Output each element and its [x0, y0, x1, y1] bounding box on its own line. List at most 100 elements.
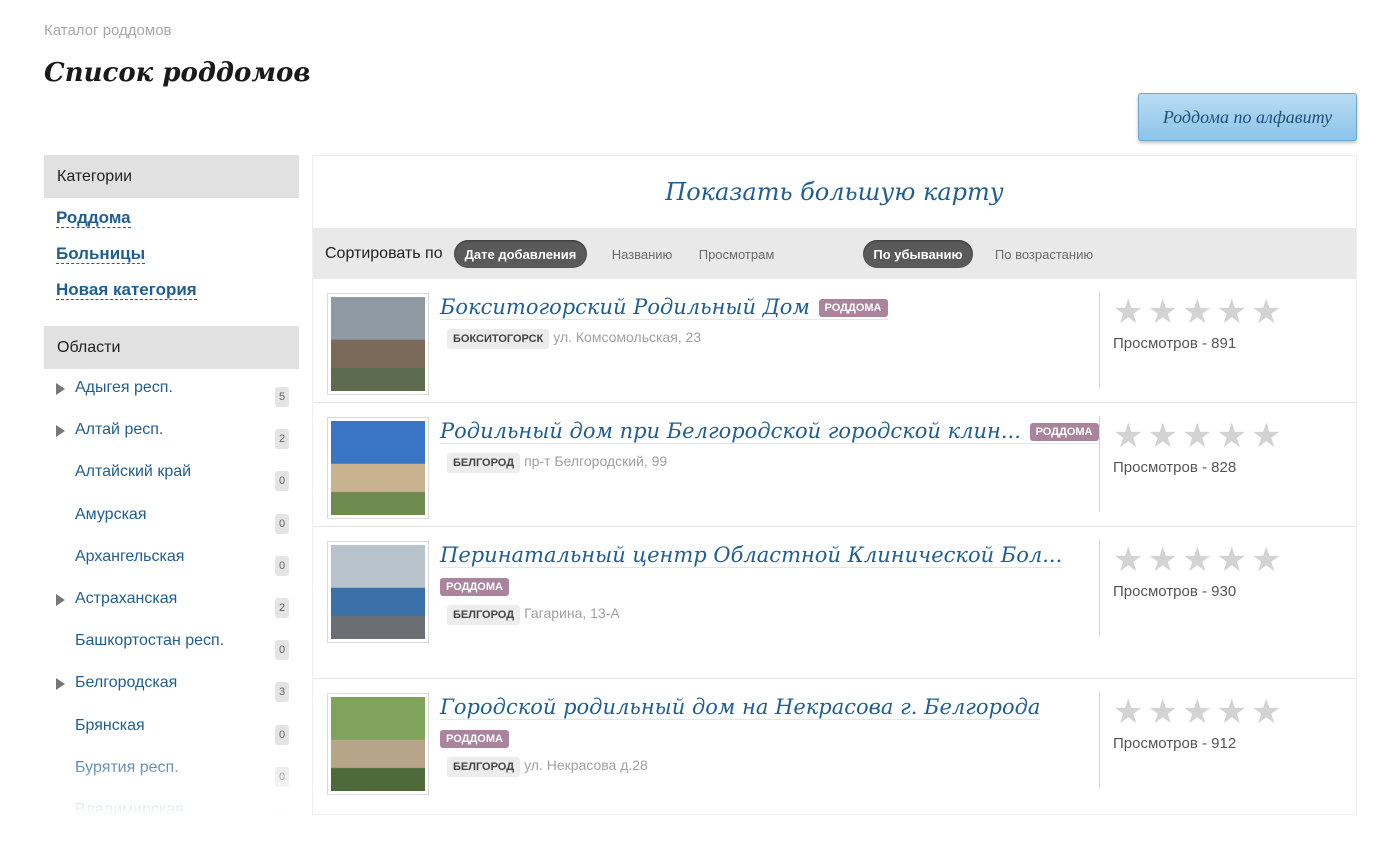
star-icon[interactable]: ★: [1182, 543, 1212, 577]
region-item[interactable]: Алтайский край 0: [44, 459, 299, 501]
star-icon[interactable]: ★: [1147, 295, 1177, 329]
listing-photo[interactable]: [327, 693, 429, 795]
city-badge[interactable]: БЕЛГОРОД: [447, 453, 521, 473]
category-link-new[interactable]: Новая категория: [56, 278, 299, 314]
star-icon[interactable]: ★: [1182, 695, 1212, 729]
listing-title[interactable]: Городской родильный дом на Некрасова г. …: [440, 695, 1041, 720]
listing-title-text[interactable]: Перинатальный центр Областной Клиническо…: [440, 543, 1062, 567]
order-desc[interactable]: По убыванию: [863, 240, 973, 268]
listing-title-text[interactable]: Родильный дом при Белгородской городской…: [440, 419, 1021, 443]
sort-by-date[interactable]: Дате добавления: [454, 240, 587, 268]
expand-arrow-icon[interactable]: [56, 425, 65, 438]
region-name[interactable]: Адыгея респ.: [75, 379, 173, 397]
expand-arrow-icon[interactable]: [56, 593, 65, 606]
rating-stars[interactable]: ★ ★ ★ ★ ★: [1113, 543, 1281, 577]
rating-stars[interactable]: ★ ★ ★ ★ ★: [1113, 419, 1281, 453]
category-badge[interactable]: РОДДОМА: [440, 730, 509, 748]
listing-photo[interactable]: [327, 541, 429, 643]
region-count-badge: 0: [275, 766, 289, 787]
region-name[interactable]: Брянская: [75, 717, 145, 735]
listing-item: Бокситогорский Родильный Дом РОДДОМА БОК…: [313, 279, 1356, 403]
listing-title-text[interactable]: Городской родильный дом на Некрасова г. …: [440, 695, 1040, 719]
star-icon[interactable]: ★: [1251, 419, 1281, 453]
region-item[interactable]: Владимирская 0: [44, 797, 299, 815]
views-count: Просмотров - 912: [1113, 735, 1237, 752]
views-count: Просмотров - 891: [1113, 335, 1237, 352]
listing-address: БЕЛГОРОД Гагарина, 13-А: [447, 605, 620, 625]
category-badge[interactable]: РОДДОМА: [1029, 423, 1099, 441]
star-icon[interactable]: ★: [1113, 295, 1143, 329]
region-name[interactable]: Башкортостан респ.: [75, 632, 224, 650]
region-count-badge: 0: [275, 724, 289, 745]
listing-photo[interactable]: [327, 293, 429, 395]
page-title: Список роддомов: [44, 58, 311, 88]
region-item[interactable]: Брянская 0: [44, 713, 299, 755]
region-item[interactable]: Адыгея респ. 5: [44, 375, 299, 417]
star-icon[interactable]: ★: [1147, 695, 1177, 729]
star-icon[interactable]: ★: [1216, 695, 1246, 729]
city-badge[interactable]: БЕЛГОРОД: [447, 605, 521, 625]
expand-arrow-icon[interactable]: [56, 678, 65, 691]
category-badge[interactable]: РОДДОМА: [818, 299, 888, 317]
rating-stars[interactable]: ★ ★ ★ ★ ★: [1113, 295, 1281, 329]
photo-image: [331, 421, 425, 515]
sidebar: Категории Роддома Больницы Новая категор…: [44, 155, 299, 815]
region-item[interactable]: Алтай респ. 2: [44, 417, 299, 459]
breadcrumb[interactable]: Каталог роддомов: [44, 22, 172, 39]
views-count: Просмотров - 930: [1113, 583, 1237, 600]
region-name[interactable]: Астраханская: [75, 590, 177, 608]
region-item[interactable]: Астраханская 2: [44, 586, 299, 628]
category-link-hospitals[interactable]: Больницы: [56, 242, 299, 278]
star-icon[interactable]: ★: [1216, 295, 1246, 329]
star-icon[interactable]: ★: [1113, 543, 1143, 577]
star-icon[interactable]: ★: [1216, 419, 1246, 453]
listing-photo[interactable]: [327, 417, 429, 519]
categories-heading: Категории: [44, 155, 299, 198]
region-item[interactable]: Башкортостан респ. 0: [44, 628, 299, 670]
region-item[interactable]: Амурская 0: [44, 502, 299, 544]
category-badge-row: РОДДОМА: [440, 729, 509, 748]
alphabetical-button[interactable]: Роддома по алфавиту: [1138, 93, 1357, 141]
category-link-maternity[interactable]: Роддома: [56, 206, 299, 242]
category-label[interactable]: Роддома: [56, 208, 131, 228]
region-name[interactable]: Архангельская: [75, 548, 184, 566]
star-icon[interactable]: ★: [1182, 419, 1212, 453]
star-icon[interactable]: ★: [1147, 419, 1177, 453]
region-name[interactable]: Владимирская: [75, 801, 184, 815]
listing-title[interactable]: Родильный дом при Белгородской городской…: [440, 419, 1099, 444]
city-badge[interactable]: БОКСИТОГОРСК: [447, 329, 550, 349]
star-icon[interactable]: ★: [1182, 295, 1212, 329]
region-item[interactable]: Белгородская 3: [44, 670, 299, 712]
listing-title[interactable]: Бокситогорский Родильный Дом РОДДОМА: [440, 295, 888, 320]
address-text: пр-т Белгородский, 99: [524, 453, 668, 469]
star-icon[interactable]: ★: [1216, 543, 1246, 577]
region-name[interactable]: Алтай респ.: [75, 421, 163, 439]
region-item[interactable]: Архангельская 0: [44, 544, 299, 586]
region-item[interactable]: Бурятия респ. 0: [44, 755, 299, 797]
region-name[interactable]: Алтайский край: [75, 463, 191, 481]
star-icon[interactable]: ★: [1251, 695, 1281, 729]
category-label[interactable]: Больницы: [56, 244, 146, 264]
star-icon[interactable]: ★: [1251, 295, 1281, 329]
rating-stars[interactable]: ★ ★ ★ ★ ★: [1113, 695, 1281, 729]
category-badge[interactable]: РОДДОМА: [440, 578, 509, 596]
order-asc[interactable]: По возрастанию: [985, 240, 1103, 268]
sort-by-views[interactable]: Просмотрам: [689, 240, 784, 268]
city-badge[interactable]: БЕЛГОРОД: [447, 757, 521, 777]
star-icon[interactable]: ★: [1113, 419, 1143, 453]
region-name[interactable]: Белгородская: [75, 674, 177, 692]
show-map-link[interactable]: Показать большую карту: [313, 156, 1356, 228]
listing-title[interactable]: Перинатальный центр Областной Клиническо…: [440, 543, 1063, 568]
category-label[interactable]: Новая категория: [56, 280, 197, 300]
region-list: Адыгея респ. 5 Алтай респ. 2 Алтайский край 0…: [44, 369, 299, 815]
region-count-badge: 0: [275, 555, 289, 576]
star-icon[interactable]: ★: [1113, 695, 1143, 729]
sort-by-name[interactable]: Названию: [599, 240, 685, 268]
region-count-badge: 2: [275, 597, 289, 618]
star-icon[interactable]: ★: [1251, 543, 1281, 577]
star-icon[interactable]: ★: [1147, 543, 1177, 577]
region-name[interactable]: Амурская: [75, 506, 146, 524]
listing-title-text[interactable]: Бокситогорский Родильный Дом: [440, 295, 810, 319]
expand-arrow-icon[interactable]: [56, 383, 65, 395]
region-name[interactable]: Бурятия респ.: [75, 759, 179, 777]
